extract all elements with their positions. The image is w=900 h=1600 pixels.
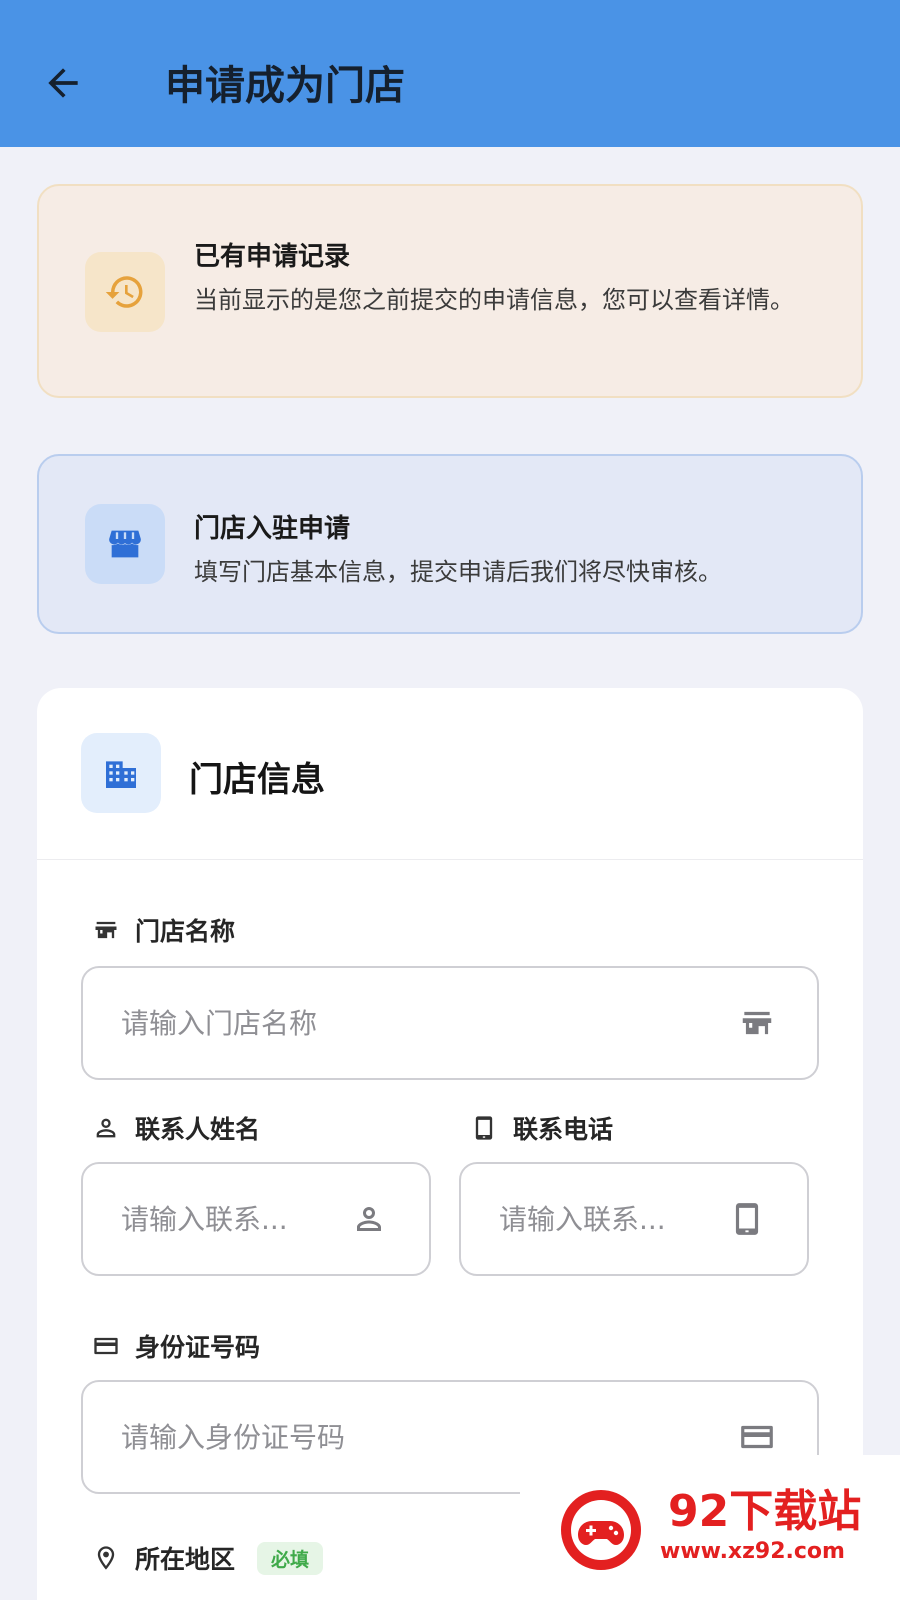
watermark-url: www.xz92.com: [660, 1539, 845, 1564]
phone-icon: [469, 1113, 499, 1143]
store-icon: [91, 915, 121, 945]
history-notice-title: 已有申请记录: [194, 242, 351, 272]
back-button[interactable]: [38, 58, 88, 108]
store-notice-title: 门店入驻申请: [194, 514, 351, 544]
contact-phone-label: 联系电话: [469, 1110, 613, 1146]
history-notice-card: 已有申请记录 当前显示的是您之前提交的申请信息，您可以查看详情。: [37, 184, 863, 398]
store-name-field[interactable]: [81, 966, 819, 1080]
phone-icon: [725, 1197, 769, 1241]
history-notice-text: 当前显示的是您之前提交的申请信息，您可以查看详情。: [194, 286, 794, 314]
page-title: 申请成为门店: [165, 63, 405, 109]
id-number-label: 身份证号码: [91, 1328, 260, 1364]
storefront-icon: [85, 504, 165, 584]
store-notice-card: 门店入驻申请 填写门店基本信息，提交申请后我们将尽快审核。: [37, 454, 863, 634]
contact-name-input[interactable]: [83, 1202, 347, 1236]
arrow-left-icon: [48, 68, 78, 98]
contact-name-label-text: 联系人姓名: [135, 1115, 261, 1144]
store-info-header: 门店信息: [37, 688, 863, 860]
store-icon: [735, 1001, 779, 1045]
watermark-text: 92下载站: [668, 1486, 862, 1537]
location-pin-icon: [91, 1543, 121, 1573]
contact-phone-input[interactable]: [461, 1202, 725, 1236]
store-name-input[interactable]: [83, 1006, 735, 1040]
contact-phone-field[interactable]: [459, 1162, 809, 1276]
region-label: 所在地区 必填: [91, 1540, 324, 1576]
region-label-text: 所在地区: [135, 1545, 236, 1574]
contact-name-field[interactable]: [81, 1162, 431, 1276]
contact-name-label: 联系人姓名: [91, 1110, 260, 1146]
required-badge: 必填: [257, 1541, 324, 1575]
app-bar: 申请成为门店: [0, 0, 900, 147]
person-icon: [347, 1197, 391, 1241]
store-name-label: 门店名称: [91, 912, 235, 948]
id-number-input[interactable]: [83, 1420, 735, 1454]
contact-phone-label-text: 联系电话: [513, 1115, 614, 1144]
building-icon: [81, 733, 161, 813]
gamepad-logo-icon: [561, 1490, 641, 1570]
id-card-icon: [735, 1415, 779, 1459]
id-card-icon: [91, 1331, 121, 1361]
id-number-label-text: 身份证号码: [135, 1333, 261, 1362]
store-name-label-text: 门店名称: [135, 917, 236, 946]
store-notice-text: 填写门店基本信息，提交申请后我们将尽快审核。: [194, 558, 722, 586]
history-clock-icon: [85, 252, 165, 332]
store-info-title: 门店信息: [189, 760, 325, 800]
person-icon: [91, 1113, 121, 1143]
site-watermark: 92下载站 www.xz92.com: [520, 1455, 900, 1600]
